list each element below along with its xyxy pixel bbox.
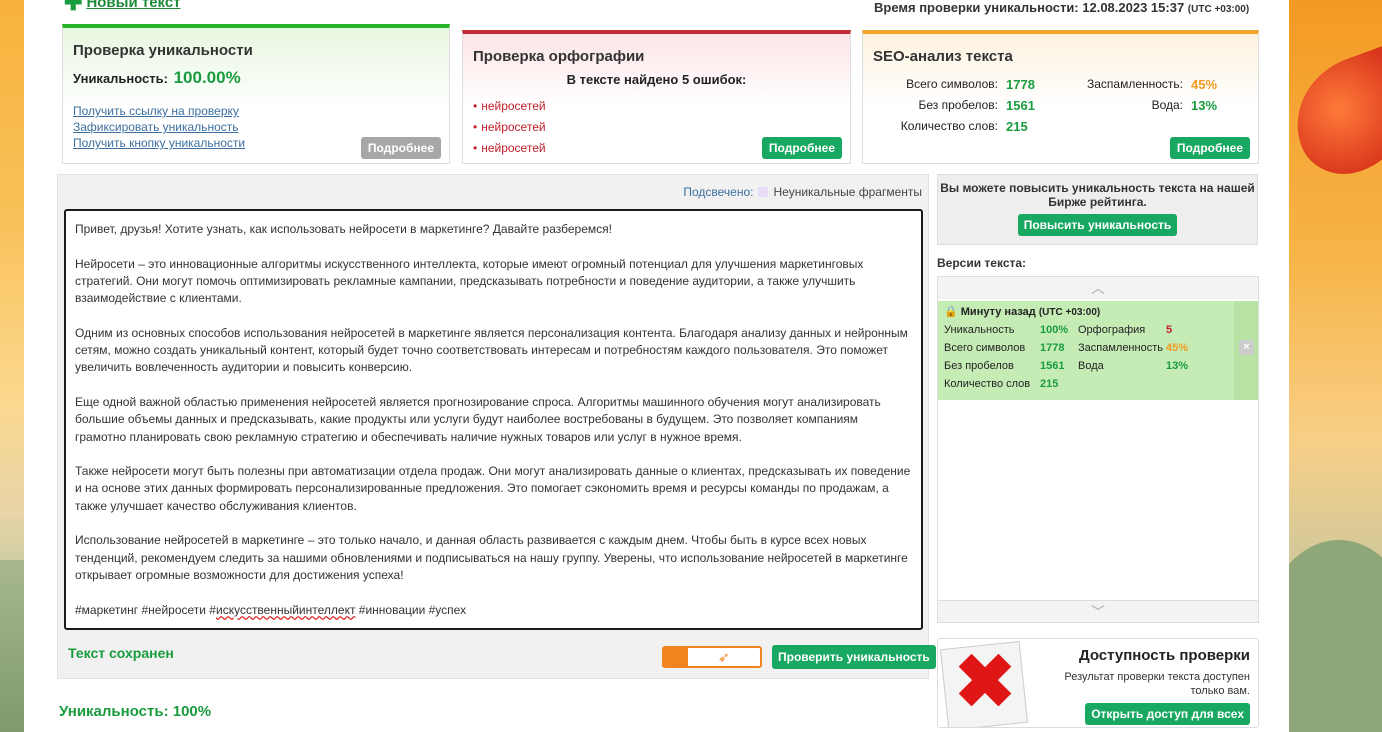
text-paragraph: Одним из основных способов использования… [75,325,908,375]
plus-icon: ✚ [64,0,83,15]
editor-panel: Подсвечено: Неуникальные фрагменты Приве… [57,174,936,679]
seo-spam: 45% [1191,77,1218,92]
text-paragraph: Нейросети – это инновационные алгоритмы … [75,256,864,306]
spelling-error-list: нейросетей нейросетей нейросетей [473,96,545,159]
fix-uniqueness-link[interactable]: Зафиксировать уникальность [73,119,245,135]
version-delete: × [1234,301,1258,400]
get-button-link[interactable]: Получить кнопку уникальности [73,135,245,151]
text-paragraph: Использование нейросетей в маркетинге – … [75,533,908,582]
misspelled-word: искусственныйинтеллект [215,602,356,617]
cross-icon: ✖ [954,640,1017,723]
boost-uniqueness-button[interactable]: Повысить уникальность [1017,214,1178,236]
background-landscape-left [0,560,24,732]
uniqueness-card: Проверка уникальности Уникальность: 100.… [62,24,450,164]
auto-check-toggle[interactable]: ➶ [662,646,762,668]
spelling-error[interactable]: нейросетей [473,96,545,117]
spelling-error[interactable]: нейросетей [473,117,545,138]
chevron-down-icon[interactable]: ﹀ [938,600,1258,622]
seo-nospace: 1561 [1006,98,1035,113]
text-paragraph: Еще одной важной областью применения ней… [75,394,881,444]
access-title: Доступность проверки [1078,647,1250,664]
seo-more-button[interactable]: Подробнее [1169,137,1250,159]
versions-title: Версии текста: [937,256,1027,270]
open-access-button[interactable]: Открыть доступ для всех [1085,703,1250,725]
spelling-more-button[interactable]: Подробнее [761,137,842,159]
seo-card: SEO-анализ текста Всего символов: 1778 Бе… [862,30,1259,164]
rocket-icon: ➶ [718,649,730,665]
text-paragraph: Привет, друзья! Хотите узнать, как испол… [75,222,612,236]
close-icon[interactable]: × [1239,340,1254,355]
spelling-card-title: Проверка орфографии [473,48,645,65]
versions-list: ︿ 🔒 Минуту назад (UTC +03:00) Уникальнос… [937,276,1259,623]
highlight-legend: Подсвечено: Неуникальные фрагменты [683,185,922,199]
spelling-error[interactable]: нейросетей [473,138,545,159]
seo-water: 13% [1191,98,1218,113]
access-box: ✖ Доступность проверки Результат проверк… [937,638,1259,728]
lock-icon: 🔒 [944,306,958,318]
new-text-link[interactable]: ✚ Новый текст [64,0,181,15]
uniqueness-more-button[interactable]: Подробнее [360,137,441,159]
version-item[interactable]: 🔒 Минуту назад (UTC +03:00) Уникальность… [938,301,1234,400]
main-page: ✚ Новый текст Время проверки уникальност… [24,0,1289,732]
chevron-up-icon[interactable]: ︿ [938,277,1258,299]
uniqueness-result: Уникальность: 100% [59,703,212,720]
spelling-found: В тексте найдено 5 ошибок: [566,72,747,87]
text-editor[interactable]: Привет, друзья! Хотите узнать, как испол… [64,209,923,630]
promo-box: Вы можете повысить уникальность текста н… [937,174,1258,245]
check-uniqueness-button[interactable]: Проверить уникальность [772,645,936,669]
seo-card-title: SEO-анализ текста [873,48,1013,65]
get-link-link[interactable]: Получить ссылку на проверку [73,103,245,119]
hashtags: #маркетинг #нейросети #искусственныйинте… [75,602,467,617]
seo-chars: 1778 [1006,77,1035,92]
highlight-swatch [758,187,769,197]
background-landscape-right [1289,0,1382,732]
saved-status: Текст сохранен [68,645,174,661]
uniqueness-card-title: Проверка уникальности [73,42,253,59]
access-desc: Результат проверки текста доступен тольк… [1064,671,1250,697]
seo-words: 215 [1006,119,1028,134]
spelling-card: Проверка орфографии В тексте найдено 5 о… [462,30,851,164]
text-paragraph: Также нейросети могут быть полезны при а… [75,464,911,513]
uniqueness-value: Уникальность: 100.00% [73,68,241,87]
check-time: Время проверки уникальности: 12.08.2023 … [874,0,1250,15]
